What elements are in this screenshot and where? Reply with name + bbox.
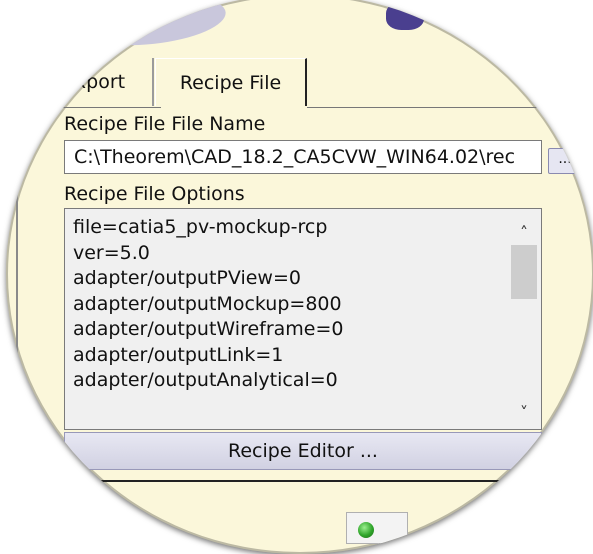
recipe-editor-button[interactable]: Recipe Editor ...: [64, 432, 542, 470]
tab-recipe-file[interactable]: Recipe File: [155, 58, 307, 106]
option-line: adapter/outputPView=0: [73, 267, 301, 289]
tab-divider: [307, 107, 593, 108]
options-list: file=catia5_pv-mockup-rcp ver=5.0 adapte…: [73, 215, 344, 394]
option-line: adapter/outputAnalytical=0: [73, 369, 338, 391]
recipe-file-path-input[interactable]: C:\Theorem\CAD_18.2_CA5CVW_WIN64.02\rec: [64, 140, 542, 174]
chevron-down-icon[interactable]: ˅: [507, 401, 541, 425]
option-line: ver=5.0: [73, 241, 150, 264]
browse-button[interactable]: ...: [548, 148, 582, 174]
frame-edge: [16, 112, 18, 492]
magnifier-lens: Export Recipe File Recipe File File Name…: [6, 0, 593, 554]
option-line: file=catia5_pv-mockup-rcp: [73, 216, 328, 238]
recipe-file-name-label: Recipe File File Name: [64, 113, 266, 135]
tab-label: Export: [62, 71, 126, 93]
decorative-shape: [386, 2, 424, 30]
panel-divider: [6, 480, 593, 482]
tab-divider: [6, 107, 161, 108]
scroll-thumb[interactable]: [511, 245, 537, 299]
option-line: adapter/outputMockup=800: [73, 292, 342, 315]
recipe-file-options-label: Recipe File Options: [64, 183, 245, 205]
green-status-icon: [358, 522, 374, 538]
recipe-options-textarea[interactable]: file=catia5_pv-mockup-rcp ver=5.0 adapte…: [64, 208, 542, 430]
chevron-up-icon[interactable]: ˄: [507, 221, 541, 245]
decorative-shape: [73, 0, 229, 52]
option-line: adapter/outputLink=1: [73, 343, 284, 366]
option-line: adapter/outputWireframe=0: [73, 318, 344, 340]
status-panel: [346, 512, 408, 544]
tab-export[interactable]: Export: [36, 58, 154, 106]
tab-label: Recipe File: [179, 71, 282, 94]
vertical-scrollbar[interactable]: ˄ ˅: [507, 209, 541, 429]
tab-strip: Export Recipe File: [6, 58, 593, 110]
